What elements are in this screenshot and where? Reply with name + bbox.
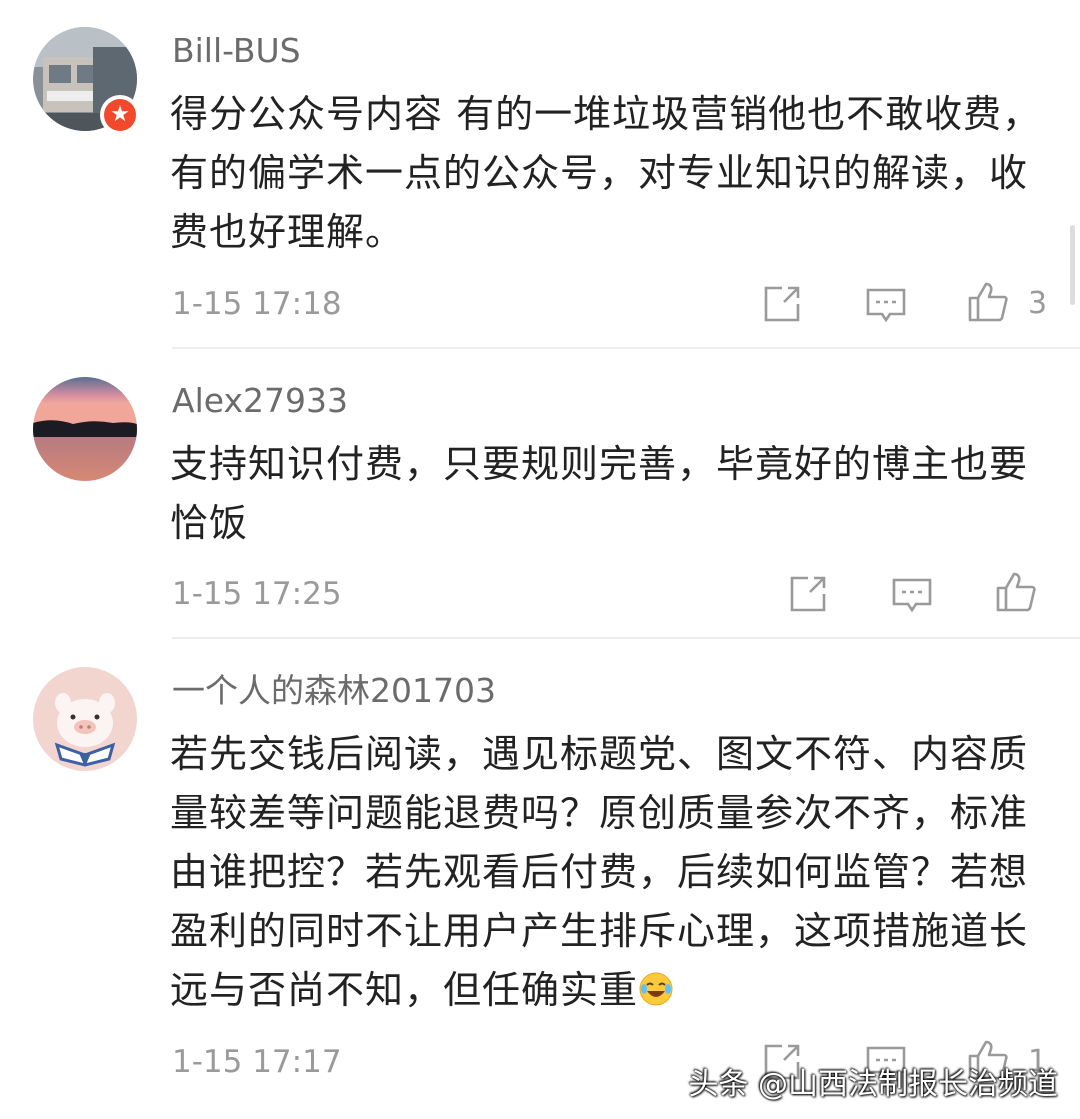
- avatar[interactable]: [33, 667, 137, 771]
- thumbs-up-icon[interactable]: [966, 280, 1010, 324]
- comment-text: 得分公众号内容 有的一堆垃圾营销他也不敢收费，有的偏学术一点的公众号，对专业知识…: [170, 92, 1042, 254]
- watermark: 头条 @山西法制报长治频道: [688, 1067, 1058, 1102]
- divider: [172, 347, 1080, 349]
- like-count: 3: [1028, 286, 1048, 321]
- divider: [172, 637, 1080, 639]
- comment-text: 支持知识付费，只要规则完善，毕竟好的博主也要恰饭: [170, 442, 1029, 545]
- laughing-tears-emoji: [638, 965, 674, 1006]
- username[interactable]: Alex27933: [172, 381, 348, 421]
- timestamp: 1-15 17:18: [172, 286, 342, 322]
- timestamp: 1-15 17:17: [172, 1044, 342, 1080]
- comment-icon[interactable]: [864, 282, 908, 326]
- username[interactable]: Bill-BUS: [172, 31, 301, 71]
- comment-text: 若先交钱后阅读，遇见标题党、图文不符、内容质量较差等问题能退费吗？原创质量参次不…: [170, 725, 1050, 1020]
- comment-item: Alex27933 支持知识付费，只要规则完善，毕竟好的博主也要恰饭 1-15 …: [0, 350, 1080, 640]
- timestamp: 1-15 17:25: [172, 576, 342, 612]
- comment-item: ★ Bill-BUS 得分公众号内容 有的一堆垃圾营销他也不敢收费，有的偏学术一…: [0, 0, 1080, 350]
- username[interactable]: 一个人的森林201703: [172, 671, 496, 711]
- star-badge-icon: ★: [100, 95, 140, 135]
- comment-item: 一个人的森林201703 若先交钱后阅读，遇见标题党、图文不符、内容质量较差等问…: [0, 640, 1080, 1119]
- share-icon[interactable]: [760, 282, 804, 326]
- comment-icon[interactable]: [890, 572, 934, 616]
- share-icon[interactable]: [786, 572, 830, 616]
- comment-text-content: 若先交钱后阅读，遇见标题党、图文不符、内容质量较差等问题能退费吗？原创质量参次不…: [170, 732, 1029, 1012]
- scrollbar[interactable]: [1070, 225, 1075, 305]
- thumbs-up-icon[interactable]: [994, 570, 1038, 614]
- avatar[interactable]: [33, 377, 137, 481]
